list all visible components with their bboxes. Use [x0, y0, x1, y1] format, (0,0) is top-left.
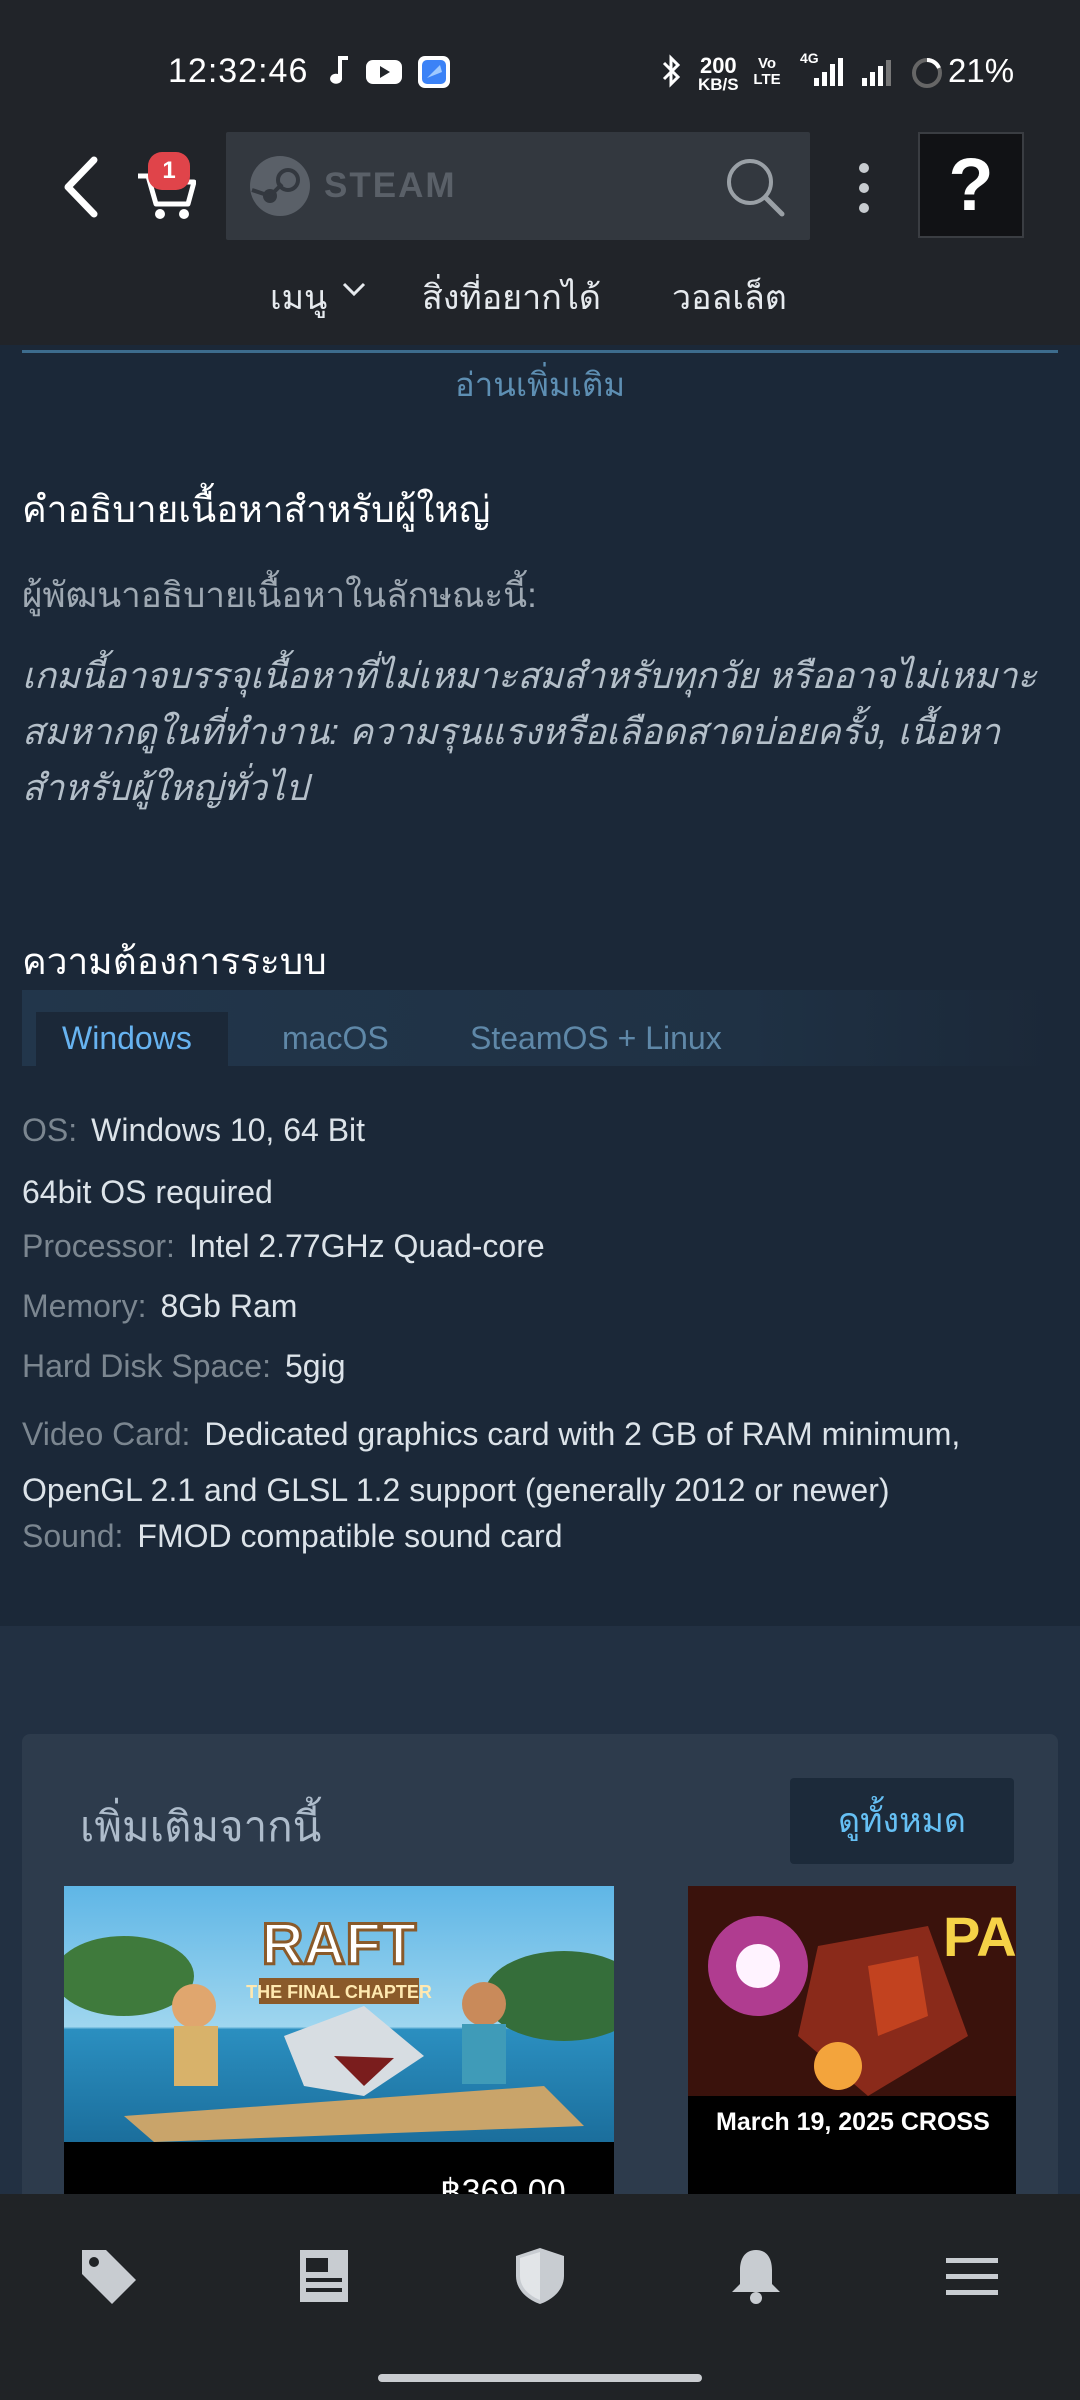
spec-disk: Hard Disk Space: 5gig: [22, 1348, 345, 1385]
more-options-icon[interactable]: [852, 160, 876, 216]
music-note-icon: [330, 56, 348, 84]
section-divider: [22, 350, 1058, 353]
mature-content-subtitle: ผู้พัฒนาอธิบายเนื้อหาในลักษณะนี้:: [22, 576, 537, 615]
game1-subtitle-art: THE FINAL CHAPTER: [246, 1982, 432, 2002]
see-all-button[interactable]: ดูทั้งหมด: [790, 1778, 1014, 1864]
spec-processor-label: Processor:: [22, 1228, 175, 1264]
hamburger-menu-icon[interactable]: [940, 2244, 1004, 2308]
youtube-icon: [366, 60, 402, 84]
spec-video-card: Video Card: Dedicated graphics card with …: [22, 1406, 1062, 1518]
tab-steamos-linux[interactable]: SteamOS + Linux: [470, 1020, 722, 1057]
steam-logo-icon: [250, 156, 310, 216]
signal-icon-2: [862, 60, 891, 86]
app-notification-icon: [418, 56, 450, 88]
steam-wordmark: STEAM: [324, 166, 457, 205]
spec-processor: Processor: Intel 2.77GHz Quad-core: [22, 1228, 545, 1265]
net-speed: 200 KB/S: [698, 53, 739, 94]
spec-os-value: Windows 10, 64 Bit: [91, 1112, 366, 1148]
battery-percent: 21%: [948, 52, 1015, 89]
signal-icon-1: [814, 58, 843, 86]
status-time: 12:32:46: [168, 52, 309, 90]
nav-wishlist[interactable]: สิ่งที่อยากได้: [422, 270, 601, 324]
mature-content-title: คำอธิบายเนื้อหาสำหรับผู้ใหญ่: [22, 489, 491, 530]
system-requirements-title: ความต้องการระบบ: [22, 941, 327, 982]
store-tag-icon[interactable]: [76, 2244, 140, 2308]
home-indicator[interactable]: [378, 2374, 702, 2382]
game-capsule-raft[interactable]: RAFT THE FINAL CHAPTER: [64, 1886, 614, 2142]
spec-os: OS: Windows 10, 64 Bit: [22, 1112, 365, 1149]
spec-memory-label: Memory:: [22, 1288, 147, 1324]
back-arrow-icon[interactable]: [56, 152, 106, 222]
game2-bottom-bar: [688, 2142, 1016, 2202]
news-icon[interactable]: [292, 2244, 356, 2308]
spec-sound: Sound: FMOD compatible sound card: [22, 1518, 562, 1555]
battery-icon: [912, 58, 942, 88]
spec-memory: Memory: 8Gb Ram: [22, 1288, 297, 1325]
game1-title-art: RAFT: [262, 1912, 417, 1977]
nav-menu[interactable]: เมนู: [270, 270, 327, 324]
search-icon[interactable]: [724, 156, 786, 218]
nav-wallet[interactable]: วอลเล็ต: [672, 270, 787, 324]
spec-processor-value: Intel 2.77GHz Quad-core: [188, 1228, 545, 1264]
spec-memory-value: 8Gb Ram: [160, 1288, 298, 1324]
search-input[interactable]: [226, 132, 810, 240]
tab-macos[interactable]: macOS: [282, 1020, 389, 1057]
game2-title-art: PA: [943, 1905, 1016, 1968]
spec-video-label: Video Card:: [22, 1416, 191, 1452]
volte-indicator: Vo LTE: [753, 55, 781, 88]
spec-os-label: OS:: [22, 1112, 78, 1148]
read-more-link[interactable]: อ่านเพิ่มเติม: [0, 358, 1080, 411]
spec-disk-label: Hard Disk Space:: [22, 1348, 271, 1384]
game-capsule-2[interactable]: PA March 19, 2025 CROSS: [688, 1886, 1016, 2142]
mature-content-description: เกมนี้อาจบรรจุเนื้อหาที่ไม่เหมาะสมสำหรับ…: [22, 655, 1037, 808]
spec-sound-value: FMOD compatible sound card: [137, 1518, 563, 1554]
help-button[interactable]: ?: [918, 132, 1024, 238]
tab-windows[interactable]: Windows: [62, 1020, 192, 1057]
cart-count-badge: 1: [148, 152, 190, 190]
chevron-down-icon[interactable]: [342, 282, 366, 298]
shield-icon[interactable]: [508, 2244, 572, 2308]
bell-icon[interactable]: [724, 2244, 788, 2308]
spec-sound-label: Sound:: [22, 1518, 124, 1554]
bluetooth-icon: [662, 54, 681, 88]
spec-disk-value: 5gig: [284, 1348, 346, 1384]
game2-date-art: March 19, 2025 CROSS: [716, 2108, 990, 2136]
spec-os-note: 64bit OS required: [22, 1174, 273, 1210]
more-from-title: เพิ่มเติมจากนี้: [80, 1803, 322, 1850]
